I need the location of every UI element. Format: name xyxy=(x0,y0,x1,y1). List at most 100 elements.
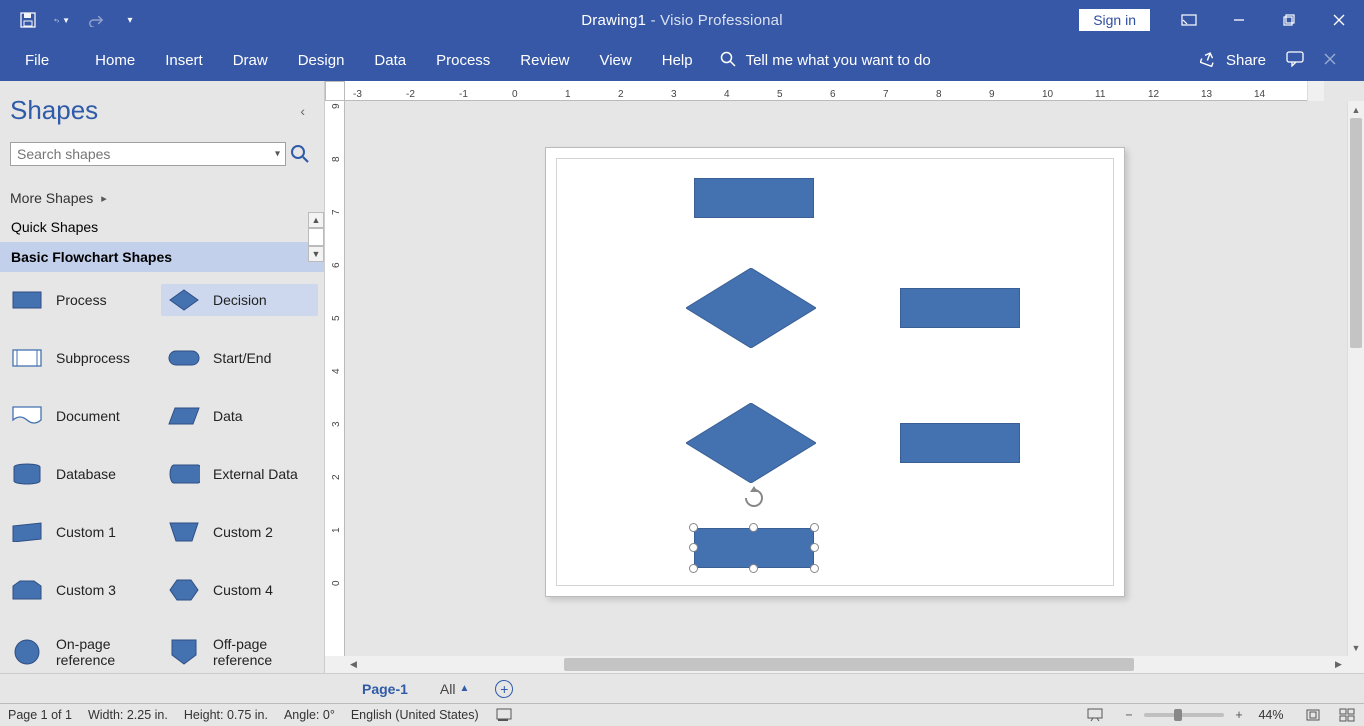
page-tab-1[interactable]: Page-1 xyxy=(356,677,414,701)
status-angle: Angle: 0° xyxy=(284,708,335,722)
tab-design[interactable]: Design xyxy=(283,40,360,81)
shape-onpageref[interactable]: On-page reference xyxy=(4,632,161,672)
tab-draw[interactable]: Draw xyxy=(218,40,283,81)
fit-page-icon[interactable] xyxy=(1304,706,1322,724)
zoom-out-button[interactable]: − xyxy=(1120,706,1138,724)
redo-icon[interactable] xyxy=(88,12,104,28)
canvas-shape-process-1[interactable] xyxy=(694,178,814,218)
collapse-shapes-pane-icon[interactable]: ‹ xyxy=(296,103,309,119)
add-page-button[interactable]: + xyxy=(495,680,513,698)
all-pages-label: All xyxy=(440,681,456,697)
shape-data[interactable]: Data xyxy=(161,400,318,432)
status-bar: Page 1 of 1 Width: 2.25 in. Height: 0.75… xyxy=(0,703,1364,726)
drawing-page[interactable] xyxy=(545,147,1125,597)
stencil-scroll-up[interactable]: ▲ xyxy=(308,212,324,228)
minimize-button[interactable] xyxy=(1214,0,1264,40)
ruler-origin[interactable] xyxy=(325,81,345,101)
shape-process[interactable]: Process xyxy=(4,284,161,316)
canvas-shape-decision-2[interactable] xyxy=(686,403,816,483)
maximize-button[interactable] xyxy=(1264,0,1314,40)
shape-document[interactable]: Document xyxy=(4,400,161,432)
shape-decision[interactable]: Decision xyxy=(161,284,318,316)
drawing-canvas[interactable] xyxy=(345,101,1347,656)
offpageref-icon xyxy=(167,640,201,664)
scroll-down-icon[interactable]: ▼ xyxy=(1348,639,1364,656)
title-bar: ▼ ▾ Drawing1 - Visio Professional Sign i… xyxy=(0,0,1364,40)
page-tabs-bar: Page-1 All ▲ + xyxy=(0,673,1364,703)
shapes-pane-title: Shapes xyxy=(10,95,98,126)
document-name: Drawing1 xyxy=(581,12,646,29)
all-pages-dropdown[interactable]: All ▲ xyxy=(440,681,469,697)
scroll-right-icon[interactable]: ▶ xyxy=(1330,656,1347,673)
custom4-icon xyxy=(167,578,201,602)
window-title: Drawing1 - Visio Professional xyxy=(581,12,782,29)
tab-view[interactable]: View xyxy=(584,40,646,81)
zoom-level[interactable]: 44% xyxy=(1254,708,1288,722)
save-icon[interactable] xyxy=(20,12,36,28)
canvas-shape-decision-1[interactable] xyxy=(686,268,816,348)
share-button[interactable]: Share xyxy=(1200,51,1266,71)
canvas-shape-process-2[interactable] xyxy=(900,288,1020,328)
status-height: Height: 0.75 in. xyxy=(184,708,268,722)
horizontal-ruler[interactable]: -3-2-101234567891011121314 xyxy=(345,81,1307,101)
tab-home[interactable]: Home xyxy=(80,40,150,81)
more-shapes-menu[interactable]: More Shapes ▸ xyxy=(0,176,324,212)
vertical-scrollbar[interactable]: ▲ ▼ xyxy=(1347,101,1364,656)
shape-custom1[interactable]: Custom 1 xyxy=(4,516,161,548)
rotation-handle-icon[interactable] xyxy=(742,486,766,510)
shape-custom4[interactable]: Custom 4 xyxy=(161,574,318,606)
zoom-control: − + 44% xyxy=(1120,706,1288,724)
shape-startend[interactable]: Start/End xyxy=(161,342,318,374)
stencil-quick-shapes[interactable]: Quick Shapes xyxy=(0,212,324,242)
hscroll-thumb[interactable] xyxy=(564,658,1134,671)
undo-icon[interactable]: ▼ xyxy=(54,12,70,28)
tell-me-search[interactable]: Tell me what you want to do xyxy=(708,51,943,71)
data-icon xyxy=(167,404,201,428)
stencil-scroll-down[interactable]: ▼ xyxy=(308,246,324,262)
stencil-scroll-thumb[interactable] xyxy=(308,228,324,246)
zoom-slider[interactable] xyxy=(1144,713,1224,717)
tab-help[interactable]: Help xyxy=(647,40,708,81)
comments-icon[interactable] xyxy=(1286,51,1304,71)
custom1-icon xyxy=(10,520,44,544)
shape-offpageref[interactable]: Off-page reference xyxy=(161,632,318,672)
shape-subprocess[interactable]: Subprocess xyxy=(4,342,161,374)
search-shapes-input[interactable] xyxy=(10,142,286,166)
shape-database[interactable]: Database xyxy=(4,458,161,490)
status-page[interactable]: Page 1 of 1 xyxy=(8,708,72,722)
tab-file[interactable]: File xyxy=(10,40,64,81)
qat-customize-icon[interactable]: ▾ xyxy=(122,12,138,28)
presentation-mode-icon[interactable] xyxy=(1086,706,1104,724)
shape-custom2[interactable]: Custom 2 xyxy=(161,516,318,548)
ribbon-display-options-icon[interactable] xyxy=(1164,0,1214,40)
sign-in-button[interactable]: Sign in xyxy=(1079,9,1150,31)
shapes-pane: Shapes ‹ ▾ More Shapes ▸ Quick Shapes Ba… xyxy=(0,81,325,673)
subprocess-icon xyxy=(10,346,44,370)
vertical-ruler[interactable]: 9876543210 xyxy=(325,101,345,656)
canvas-shape-selected[interactable] xyxy=(694,528,814,568)
macro-recording-icon[interactable] xyxy=(495,706,513,724)
tab-insert[interactable]: Insert xyxy=(150,40,218,81)
scroll-left-icon[interactable]: ◀ xyxy=(345,656,362,673)
chevron-right-icon: ▸ xyxy=(101,192,107,205)
pan-zoom-window-icon[interactable] xyxy=(1338,706,1356,724)
close-button[interactable] xyxy=(1314,0,1364,40)
tab-data[interactable]: Data xyxy=(359,40,421,81)
canvas-shape-process-3[interactable] xyxy=(900,423,1020,463)
zoom-in-button[interactable]: + xyxy=(1230,706,1248,724)
shape-externaldata[interactable]: External Data xyxy=(161,458,318,490)
tab-process[interactable]: Process xyxy=(421,40,505,81)
shape-custom3[interactable]: Custom 3 xyxy=(4,574,161,606)
shape-gallery: Process Decision Subprocess Start/End Do… xyxy=(0,272,324,676)
tab-review[interactable]: Review xyxy=(505,40,584,81)
chevron-up-icon: ▲ xyxy=(459,683,469,694)
status-language[interactable]: English (United States) xyxy=(351,708,479,722)
search-button[interactable] xyxy=(286,142,314,166)
main-area: Shapes ‹ ▾ More Shapes ▸ Quick Shapes Ba… xyxy=(0,81,1364,673)
vscroll-thumb[interactable] xyxy=(1350,118,1362,348)
horizontal-scrollbar[interactable]: ◀ ▶ xyxy=(325,656,1364,673)
ribbon: File Home Insert Draw Design Data Proces… xyxy=(0,40,1364,81)
stencil-basic-flowchart[interactable]: Basic Flowchart Shapes xyxy=(0,242,324,272)
scroll-up-icon[interactable]: ▲ xyxy=(1348,101,1364,118)
collapse-ribbon-icon[interactable] xyxy=(1324,52,1336,69)
